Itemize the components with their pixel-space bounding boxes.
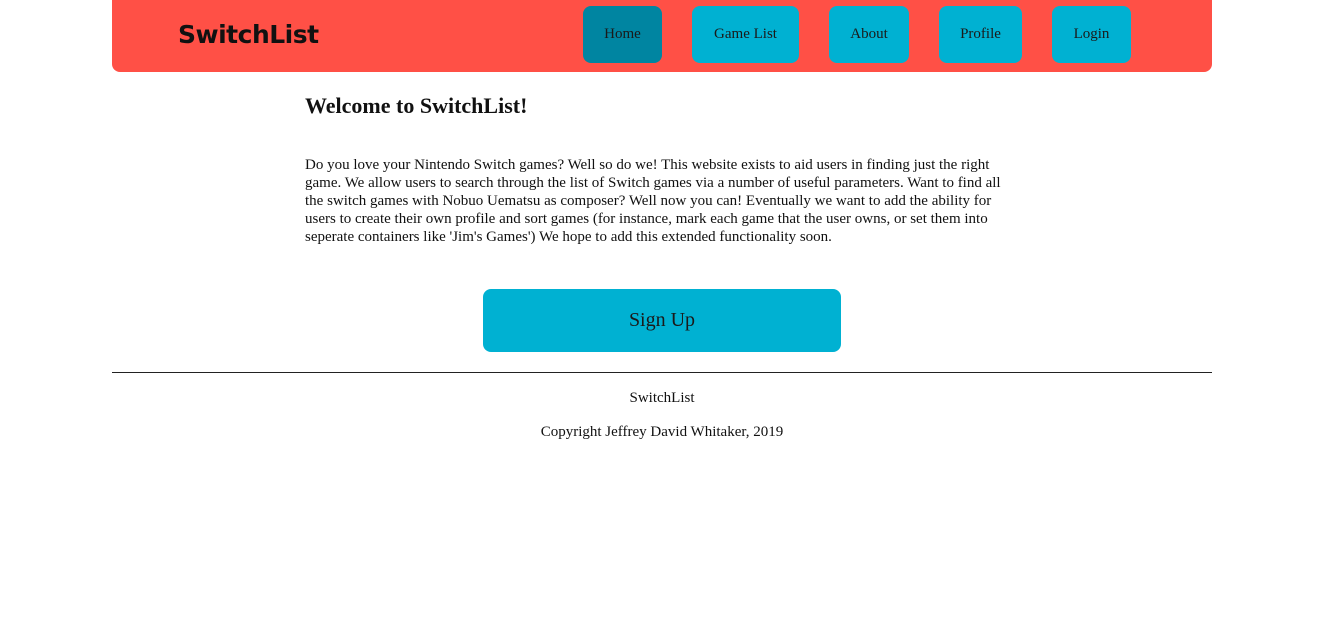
sign-up-button[interactable]: Sign Up xyxy=(483,289,841,352)
nav-home-button[interactable]: Home xyxy=(583,6,662,63)
nav-about-button[interactable]: About xyxy=(829,6,909,63)
footer-divider xyxy=(112,372,1212,373)
nav-profile-button[interactable]: Profile xyxy=(939,6,1022,63)
site-header: SwitchList Home Game List About Profile … xyxy=(112,0,1212,72)
intro-paragraph: Do you love your Nintendo Switch games? … xyxy=(305,157,1001,245)
nav-game-list-button[interactable]: Game List xyxy=(692,6,799,63)
nav-login-button[interactable]: Login xyxy=(1052,6,1131,63)
brand-logo[interactable]: SwitchList xyxy=(178,17,319,53)
footer-copyright: Copyright Jeffrey David Whitaker, 2019 xyxy=(540,424,784,440)
footer-site-name: SwitchList xyxy=(629,390,695,406)
page-title: Welcome to SwitchList! xyxy=(305,93,528,118)
